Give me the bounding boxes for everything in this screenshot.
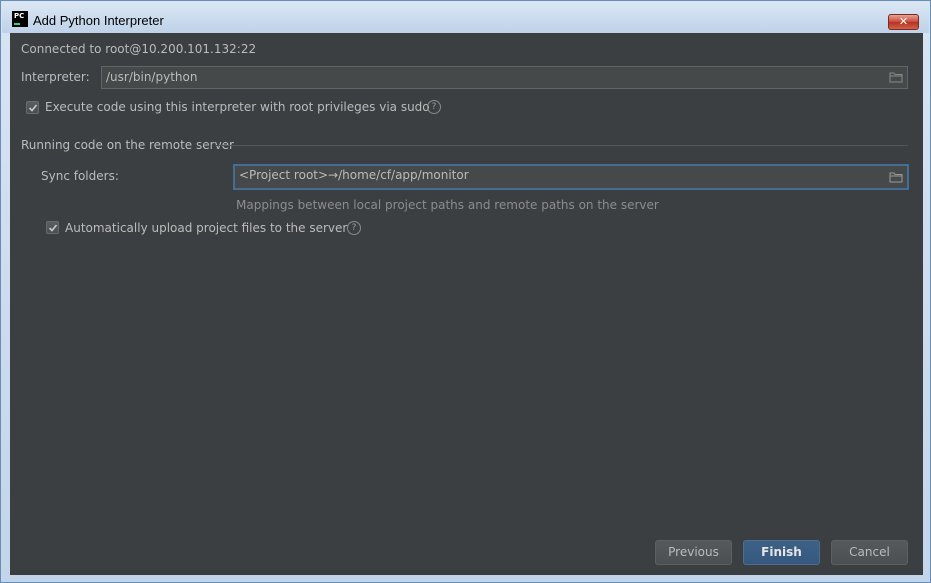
cancel-button[interactable]: Cancel (831, 540, 908, 565)
app-icon-text: PC (14, 12, 25, 20)
checkmark-icon (48, 224, 58, 232)
folder-icon[interactable] (889, 71, 903, 83)
interpreter-field[interactable]: /usr/bin/python (101, 66, 908, 89)
pycharm-app-icon: PC (12, 11, 28, 27)
sync-folders-value: <Project root>→/home/cf/app/monitor (239, 168, 469, 182)
help-glyph: ? (351, 223, 357, 233)
help-icon[interactable]: ? (347, 221, 361, 235)
connection-status: Connected to root@10.200.101.132:22 (21, 42, 257, 56)
sync-folders-hint: Mappings between local project paths and… (236, 198, 659, 212)
interpreter-label: Interpreter: (21, 70, 90, 84)
auto-upload-label[interactable]: Automatically upload project files to th… (65, 221, 347, 235)
section-separator (215, 145, 908, 146)
dialog-window: PC Add Python Interpreter ✕ Connected to… (0, 0, 931, 583)
interpreter-value: /usr/bin/python (106, 70, 198, 84)
title-bar[interactable]: PC Add Python Interpreter ✕ (2, 2, 929, 33)
folder-icon[interactable] (889, 171, 903, 183)
remote-section-title: Running code on the remote server (21, 138, 234, 152)
previous-button[interactable]: Previous (655, 540, 732, 565)
help-glyph: ? (431, 102, 437, 112)
window-title: Add Python Interpreter (33, 13, 164, 28)
sudo-label[interactable]: Execute code using this interpreter with… (45, 100, 430, 114)
sync-folders-field[interactable]: <Project root>→/home/cf/app/monitor (233, 164, 909, 190)
help-icon[interactable]: ? (427, 100, 441, 114)
auto-upload-checkbox[interactable] (46, 221, 59, 234)
dialog-content: Connected to root@10.200.101.132:22 Inte… (10, 33, 923, 575)
close-icon: ✕ (898, 15, 909, 28)
sync-folders-label: Sync folders: (41, 169, 119, 183)
finish-button[interactable]: Finish (743, 540, 820, 565)
sudo-checkbox[interactable] (26, 101, 39, 114)
checkmark-icon (28, 104, 38, 112)
close-button[interactable]: ✕ (888, 14, 919, 30)
